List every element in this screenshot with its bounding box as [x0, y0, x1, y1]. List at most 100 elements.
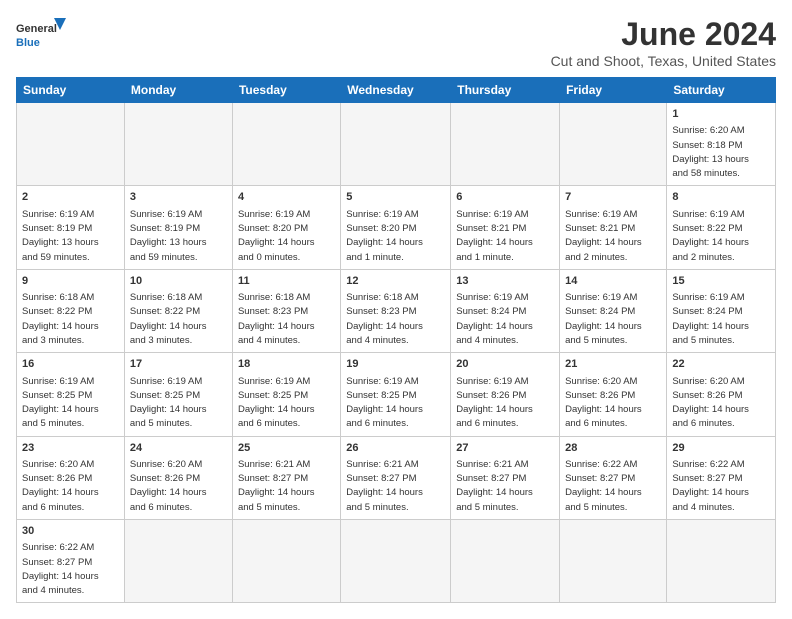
calendar-cell: 22Sunrise: 6:20 AM Sunset: 8:26 PM Dayli…	[667, 353, 776, 436]
calendar-cell: 5Sunrise: 6:19 AM Sunset: 8:20 PM Daylig…	[341, 186, 451, 269]
calendar-cell: 27Sunrise: 6:21 AM Sunset: 8:27 PM Dayli…	[451, 436, 560, 519]
svg-text:General: General	[16, 23, 57, 35]
day-info: Sunrise: 6:19 AM Sunset: 8:24 PM Dayligh…	[565, 291, 661, 348]
calendar-cell: 4Sunrise: 6:19 AM Sunset: 8:20 PM Daylig…	[232, 186, 340, 269]
day-info: Sunrise: 6:19 AM Sunset: 8:25 PM Dayligh…	[22, 375, 119, 432]
location-subtitle: Cut and Shoot, Texas, United States	[551, 53, 776, 69]
title-area: June 2024 Cut and Shoot, Texas, United S…	[551, 16, 776, 69]
weekday-header-friday: Friday	[560, 78, 667, 103]
calendar-cell: 9 Sunrise: 6:18 AM Sunset: 8:22 PM Daylig…	[17, 269, 125, 352]
calendar-cell	[451, 519, 560, 602]
calendar-cell: 28 Sunrise: 6:22 AM Sunset: 8:27 PM Dayli…	[560, 436, 667, 519]
calendar-cell: 7 Sunrise: 6:19 AM Sunset: 8:21 PM Daylig…	[560, 186, 667, 269]
day-number: 18	[238, 357, 335, 372]
day-info: Sunrise: 6:20 AM Sunset: 8:26 PM Dayligh…	[565, 375, 661, 432]
calendar-cell: 21 Sunrise: 6:20 AM Sunset: 8:26 PM Dayli…	[560, 353, 667, 436]
day-number: 5	[346, 190, 445, 205]
calendar-cell: 1Sunrise: 6:20 AM Sunset: 8:18 PM Daylig…	[667, 103, 776, 186]
calendar-cell	[124, 519, 232, 602]
calendar-week-row: 1Sunrise: 6:20 AM Sunset: 8:18 PM Daylig…	[17, 103, 776, 186]
weekday-header-saturday: Saturday	[667, 78, 776, 103]
calendar-cell: 18 Sunrise: 6:19 AM Sunset: 8:25 PM Dayli…	[232, 353, 340, 436]
calendar-cell	[451, 103, 560, 186]
day-number: 19	[346, 357, 445, 372]
day-number: 16	[22, 357, 119, 372]
day-info: Sunrise: 6:19 AM Sunset: 8:22 PM Dayligh…	[672, 208, 770, 265]
day-info: Sunrise: 6:19 AM Sunset: 8:25 PM Dayligh…	[238, 375, 335, 432]
calendar-cell: 26 Sunrise: 6:21 AM Sunset: 8:27 PM Dayli…	[341, 436, 451, 519]
day-info: Sunrise: 6:18 AM Sunset: 8:23 PM Dayligh…	[346, 291, 445, 348]
calendar-cell: 6Sunrise: 6:19 AM Sunset: 8:21 PM Daylig…	[451, 186, 560, 269]
calendar-table: SundayMondayTuesdayWednesdayThursdayFrid…	[16, 77, 776, 603]
day-info: Sunrise: 6:21 AM Sunset: 8:27 PM Dayligh…	[456, 458, 554, 515]
day-info: Sunrise: 6:19 AM Sunset: 8:25 PM Dayligh…	[130, 375, 227, 432]
calendar-cell: 10 Sunrise: 6:18 AM Sunset: 8:22 PM Dayli…	[124, 269, 232, 352]
calendar-cell: 24Sunrise: 6:20 AM Sunset: 8:26 PM Dayli…	[124, 436, 232, 519]
day-info: Sunrise: 6:19 AM Sunset: 8:24 PM Dayligh…	[456, 291, 554, 348]
logo-svg: General Blue	[16, 16, 66, 56]
day-number: 20	[456, 357, 554, 372]
calendar-cell: 3 Sunrise: 6:19 AM Sunset: 8:19 PM Daylig…	[124, 186, 232, 269]
calendar-cell: 17 Sunrise: 6:19 AM Sunset: 8:25 PM Dayli…	[124, 353, 232, 436]
day-info: Sunrise: 6:19 AM Sunset: 8:19 PM Dayligh…	[130, 208, 227, 265]
weekday-header-row: SundayMondayTuesdayWednesdayThursdayFrid…	[17, 78, 776, 103]
calendar-cell: 12 Sunrise: 6:18 AM Sunset: 8:23 PM Dayli…	[341, 269, 451, 352]
calendar-cell: 23Sunrise: 6:20 AM Sunset: 8:26 PM Dayli…	[17, 436, 125, 519]
day-info: Sunrise: 6:19 AM Sunset: 8:21 PM Dayligh…	[456, 208, 554, 265]
day-number: 3	[130, 190, 227, 205]
day-info: Sunrise: 6:18 AM Sunset: 8:22 PM Dayligh…	[130, 291, 227, 348]
day-info: Sunrise: 6:22 AM Sunset: 8:27 PM Dayligh…	[565, 458, 661, 515]
day-number: 30	[22, 524, 119, 539]
day-info: Sunrise: 6:19 AM Sunset: 8:21 PM Dayligh…	[565, 208, 661, 265]
day-number: 11	[238, 274, 335, 289]
day-info: Sunrise: 6:19 AM Sunset: 8:24 PM Dayligh…	[672, 291, 770, 348]
day-info: Sunrise: 6:19 AM Sunset: 8:19 PM Dayligh…	[22, 208, 119, 265]
calendar-cell	[17, 103, 125, 186]
day-number: 25	[238, 441, 335, 456]
calendar-cell: 15 Sunrise: 6:19 AM Sunset: 8:24 PM Dayli…	[667, 269, 776, 352]
calendar-cell: 16 Sunrise: 6:19 AM Sunset: 8:25 PM Dayli…	[17, 353, 125, 436]
day-number: 26	[346, 441, 445, 456]
calendar-cell	[232, 103, 340, 186]
day-number: 9	[22, 274, 119, 289]
calendar-cell: 30 Sunrise: 6:22 AM Sunset: 8:27 PM Dayli…	[17, 519, 125, 602]
day-number: 21	[565, 357, 661, 372]
calendar-cell: 25Sunrise: 6:21 AM Sunset: 8:27 PM Dayli…	[232, 436, 340, 519]
day-number: 12	[346, 274, 445, 289]
calendar-week-row: 2 Sunrise: 6:19 AM Sunset: 8:19 PM Daylig…	[17, 186, 776, 269]
calendar-week-row: 9 Sunrise: 6:18 AM Sunset: 8:22 PM Daylig…	[17, 269, 776, 352]
day-number: 8	[672, 190, 770, 205]
day-info: Sunrise: 6:18 AM Sunset: 8:22 PM Dayligh…	[22, 291, 119, 348]
day-number: 7	[565, 190, 661, 205]
day-number: 1	[672, 107, 770, 122]
svg-text:Blue: Blue	[16, 37, 40, 49]
calendar-cell	[124, 103, 232, 186]
day-info: Sunrise: 6:21 AM Sunset: 8:27 PM Dayligh…	[346, 458, 445, 515]
day-info: Sunrise: 6:22 AM Sunset: 8:27 PM Dayligh…	[22, 541, 119, 598]
weekday-header-tuesday: Tuesday	[232, 78, 340, 103]
day-info: Sunrise: 6:20 AM Sunset: 8:26 PM Dayligh…	[130, 458, 227, 515]
calendar-cell: 13 Sunrise: 6:19 AM Sunset: 8:24 PM Dayli…	[451, 269, 560, 352]
weekday-header-wednesday: Wednesday	[341, 78, 451, 103]
day-number: 2	[22, 190, 119, 205]
weekday-header-monday: Monday	[124, 78, 232, 103]
day-number: 23	[22, 441, 119, 456]
calendar-week-row: 30 Sunrise: 6:22 AM Sunset: 8:27 PM Dayli…	[17, 519, 776, 602]
calendar-cell	[341, 103, 451, 186]
day-number: 13	[456, 274, 554, 289]
day-info: Sunrise: 6:19 AM Sunset: 8:26 PM Dayligh…	[456, 375, 554, 432]
day-number: 28	[565, 441, 661, 456]
weekday-header-sunday: Sunday	[17, 78, 125, 103]
page-header: General Blue June 2024 Cut and Shoot, Te…	[16, 16, 776, 69]
calendar-cell: 19Sunrise: 6:19 AM Sunset: 8:25 PM Dayli…	[341, 353, 451, 436]
calendar-cell: 2 Sunrise: 6:19 AM Sunset: 8:19 PM Daylig…	[17, 186, 125, 269]
calendar-cell	[560, 519, 667, 602]
day-number: 17	[130, 357, 227, 372]
calendar-cell: 20 Sunrise: 6:19 AM Sunset: 8:26 PM Dayli…	[451, 353, 560, 436]
calendar-cell: 8 Sunrise: 6:19 AM Sunset: 8:22 PM Daylig…	[667, 186, 776, 269]
day-info: Sunrise: 6:22 AM Sunset: 8:27 PM Dayligh…	[672, 458, 770, 515]
day-number: 10	[130, 274, 227, 289]
day-number: 22	[672, 357, 770, 372]
weekday-header-thursday: Thursday	[451, 78, 560, 103]
day-number: 15	[672, 274, 770, 289]
